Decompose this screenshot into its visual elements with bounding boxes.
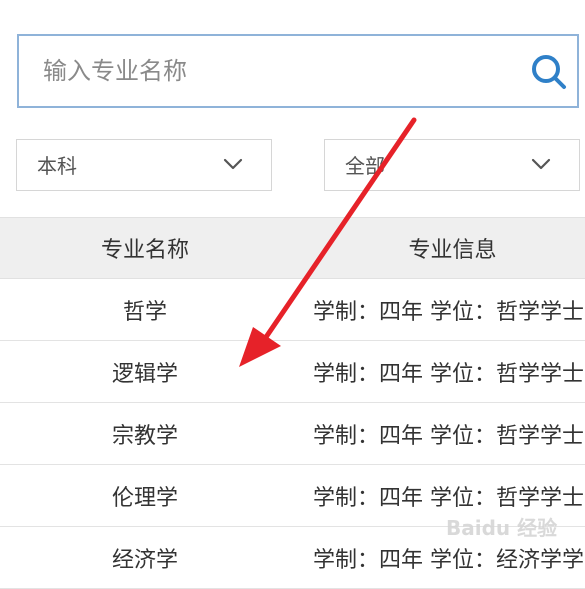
major-name: 逻辑学 bbox=[111, 361, 178, 387]
major-name: 哲学 bbox=[122, 299, 167, 325]
category-select-label: 全部 bbox=[345, 154, 385, 178]
major-name: 伦理学 bbox=[111, 485, 178, 511]
major-info: 学制：四年 学位：哲学学士 bbox=[313, 361, 584, 387]
chevron-down-icon bbox=[531, 158, 551, 170]
search-input[interactable] bbox=[43, 36, 513, 106]
baidu-jingyan-watermark: Baidu 经验 bbox=[446, 516, 558, 540]
table-row[interactable]: 逻辑学 学制：四年 学位：哲学学士 bbox=[0, 341, 585, 403]
column-header-major-info: 专业信息 bbox=[408, 238, 497, 263]
category-select[interactable]: 全部 bbox=[324, 139, 580, 191]
level-select-label: 本科 bbox=[37, 154, 77, 178]
table-row[interactable]: 哲学 学制：四年 学位：哲学学士 bbox=[0, 279, 585, 341]
level-select[interactable]: 本科 bbox=[16, 139, 272, 191]
search-box[interactable] bbox=[17, 34, 579, 108]
major-info: 学制：四年 学位：哲学学士 bbox=[313, 299, 584, 325]
table-header: 专业名称 专业信息 bbox=[0, 217, 585, 279]
major-name: 经济学 bbox=[111, 547, 178, 573]
search-icon[interactable] bbox=[529, 52, 569, 92]
major-info: 学制：四年 学位：哲学学士 bbox=[313, 423, 584, 449]
chevron-down-icon bbox=[223, 158, 243, 170]
column-header-major-name: 专业名称 bbox=[100, 238, 189, 263]
major-name: 宗教学 bbox=[111, 423, 178, 449]
table-row[interactable]: 宗教学 学制：四年 学位：哲学学士 bbox=[0, 403, 585, 465]
